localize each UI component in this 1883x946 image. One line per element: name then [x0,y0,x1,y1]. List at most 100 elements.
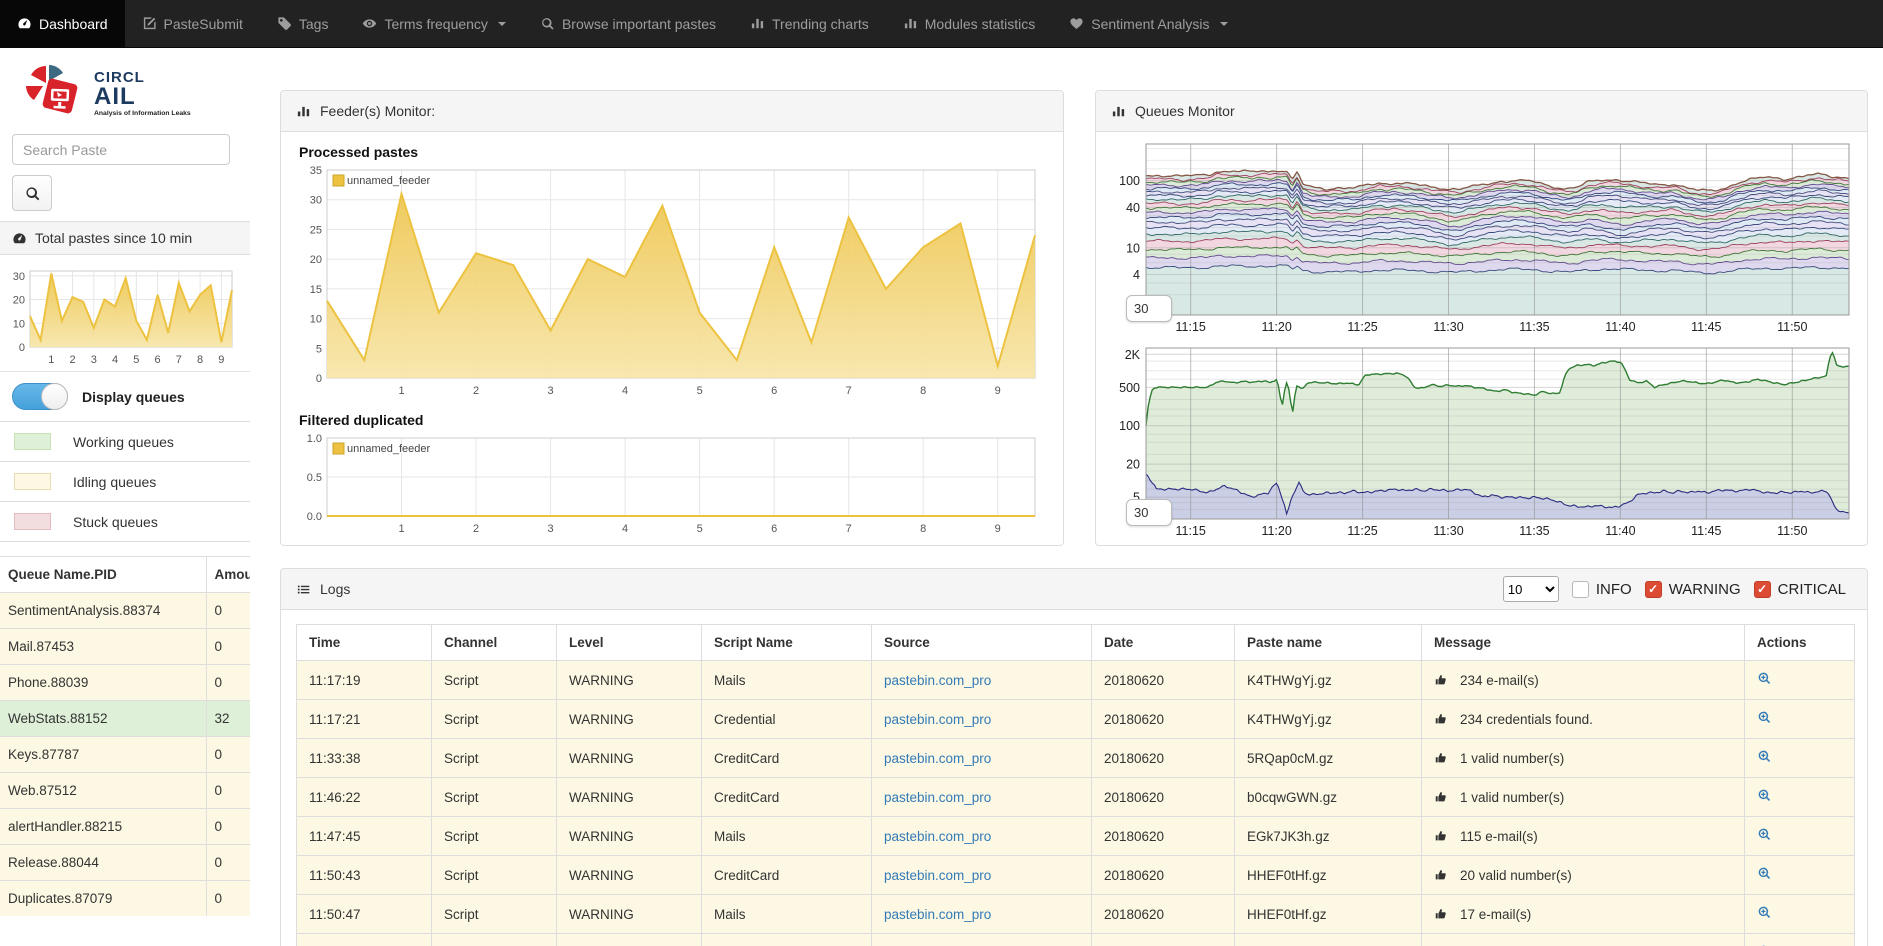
svg-text:11:15: 11:15 [1176,524,1206,538]
nav-item-terms-frequency[interactable]: Terms frequency [345,0,522,47]
log-time: 11:50:43 [297,856,432,895]
queues-monitor-panel: Queues Monitor 10040104111:1511:2011:251… [1095,90,1868,546]
svg-text:35: 35 [310,165,322,177]
svg-text:9: 9 [995,523,1001,535]
log-row: 11:17:19ScriptWARNINGMailspastebin.com_p… [297,661,1855,700]
svg-text:500: 500 [1119,381,1140,395]
nav-item-modules-statistics[interactable]: Modules statistics [886,0,1052,47]
nav-item-trending-charts[interactable]: Trending charts [733,0,886,47]
nav-item-label: Modules statistics [925,16,1035,32]
svg-text:20: 20 [13,295,25,307]
bar-chart-icon [296,104,311,119]
queues-bottom-value-box[interactable]: 30 [1126,499,1172,526]
svg-text:1: 1 [398,385,404,397]
svg-text:11:25: 11:25 [1347,524,1377,538]
queues-top-value-box[interactable]: 30 [1126,295,1172,322]
log-paste-name: 5RQap0cM.gz [1235,739,1422,778]
svg-text:9: 9 [995,385,1001,397]
total-pastes-sparkline: 0102030123456789 [0,255,250,371]
search-plus-icon[interactable] [1757,749,1772,764]
search-plus-icon[interactable] [1757,788,1772,803]
chevron-down-icon [498,22,506,26]
log-row: 11:47:45ScriptWARNINGMailspastebin.com_p… [297,817,1855,856]
legend-swatch [14,433,51,450]
svg-text:1.0: 1.0 [307,433,322,445]
queue-row: SentimentAnalysis.883740 [0,593,250,629]
thumbs-up-icon [1434,751,1448,765]
search-plus-icon[interactable] [1757,671,1772,686]
svg-text:20: 20 [1126,458,1140,472]
log-channel: Script [432,934,557,946]
log-script: CreditCard [702,778,872,817]
log-date: 20180620 [1092,895,1235,934]
log-source-link[interactable]: pastebin.com_pro [884,829,991,844]
queue-amount: 0 [206,881,250,917]
log-time: 11:17:19 [297,661,432,700]
svg-text:10: 10 [1126,241,1140,255]
queue-amount: 0 [206,773,250,809]
log-row: 11:50:47ScriptWARNINGMailspastebin.com_p… [297,895,1855,934]
log-source-link[interactable]: pastebin.com_pro [884,790,991,805]
legend-row-idling-queues: Idling queues [0,461,250,501]
search-plus-icon[interactable] [1757,710,1772,725]
filter-checkbox-info[interactable] [1572,581,1589,598]
thumbs-up-icon [1434,712,1448,726]
svg-text:30: 30 [310,195,322,207]
queue-name: Keys.87787 [0,737,206,773]
svg-text:5: 5 [316,343,322,355]
logs-col-header: Actions [1745,625,1855,661]
display-queues-toggle[interactable] [12,383,68,410]
search-plus-icon[interactable] [1757,905,1772,920]
queue-name: SentimentAnalysis.88374 [0,593,206,629]
nav-item-dashboard[interactable]: Dashboard [0,0,125,47]
log-source-link[interactable]: pastebin.com_pro [884,751,991,766]
log-source-link[interactable]: pastebin.com_pro [884,868,991,883]
search-icon [540,16,555,31]
search-plus-icon[interactable] [1757,827,1772,842]
log-paste-name: EGk7JK3h.gz [1235,817,1422,856]
svg-text:11:25: 11:25 [1347,320,1377,334]
log-script: Credential [702,700,872,739]
bar-chart-icon [750,16,765,31]
svg-text:2K: 2K [1125,348,1141,362]
search-paste-input[interactable] [12,134,230,165]
queue-name: Mail.87453 [0,629,206,665]
search-button[interactable] [12,175,52,211]
filter-checkbox-warning[interactable]: ✓ [1645,581,1662,598]
queue-name: alertHandler.88215 [0,809,206,845]
logs-page-size-select[interactable]: 10 [1503,576,1559,602]
log-date: 20180620 [1092,700,1235,739]
filter-checkbox-critical[interactable]: ✓ [1754,581,1771,598]
log-message: 20 valid number(s) [1460,868,1572,883]
nav-item-tags[interactable]: Tags [260,0,346,47]
log-source-link[interactable]: pastebin.com_pro [884,712,991,727]
log-paste-name: gCPGbuBx.gz [1235,934,1422,946]
svg-text:30: 30 [13,271,25,283]
log-script: CreditCard [702,934,872,946]
svg-text:4: 4 [1133,268,1140,282]
log-level: WARNING [557,739,702,778]
log-row: 11:46:22ScriptWARNINGCreditCardpastebin.… [297,778,1855,817]
queue-table-header-amount: Amount [206,557,250,593]
log-channel: Script [432,700,557,739]
queue-row: Web.875120 [0,773,250,809]
log-date: 20180620 [1092,817,1235,856]
queue-row: Duplicates.870790 [0,881,250,917]
nav-item-browse-important-pastes[interactable]: Browse important pastes [523,0,733,47]
search-plus-icon[interactable] [1757,866,1772,881]
queue-row: Keys.877870 [0,737,250,773]
log-row: 11:50:43ScriptWARNINGCreditCardpastebin.… [297,856,1855,895]
svg-text:10: 10 [310,314,322,326]
nav-item-sentiment-analysis[interactable]: Sentiment Analysis [1052,0,1244,47]
queue-name: Release.88044 [0,845,206,881]
svg-text:11:35: 11:35 [1519,320,1549,334]
nav-item-pastesubmit[interactable]: PasteSubmit [125,0,260,47]
svg-text:2: 2 [69,354,75,366]
log-date: 20180620 [1092,661,1235,700]
log-time: 11:51:34 [297,934,432,946]
log-source-link[interactable]: pastebin.com_pro [884,907,991,922]
svg-text:unnamed_feeder: unnamed_feeder [347,175,431,187]
log-source-link[interactable]: pastebin.com_pro [884,673,991,688]
queue-name: Web.87512 [0,773,206,809]
svg-text:11:30: 11:30 [1433,320,1463,334]
